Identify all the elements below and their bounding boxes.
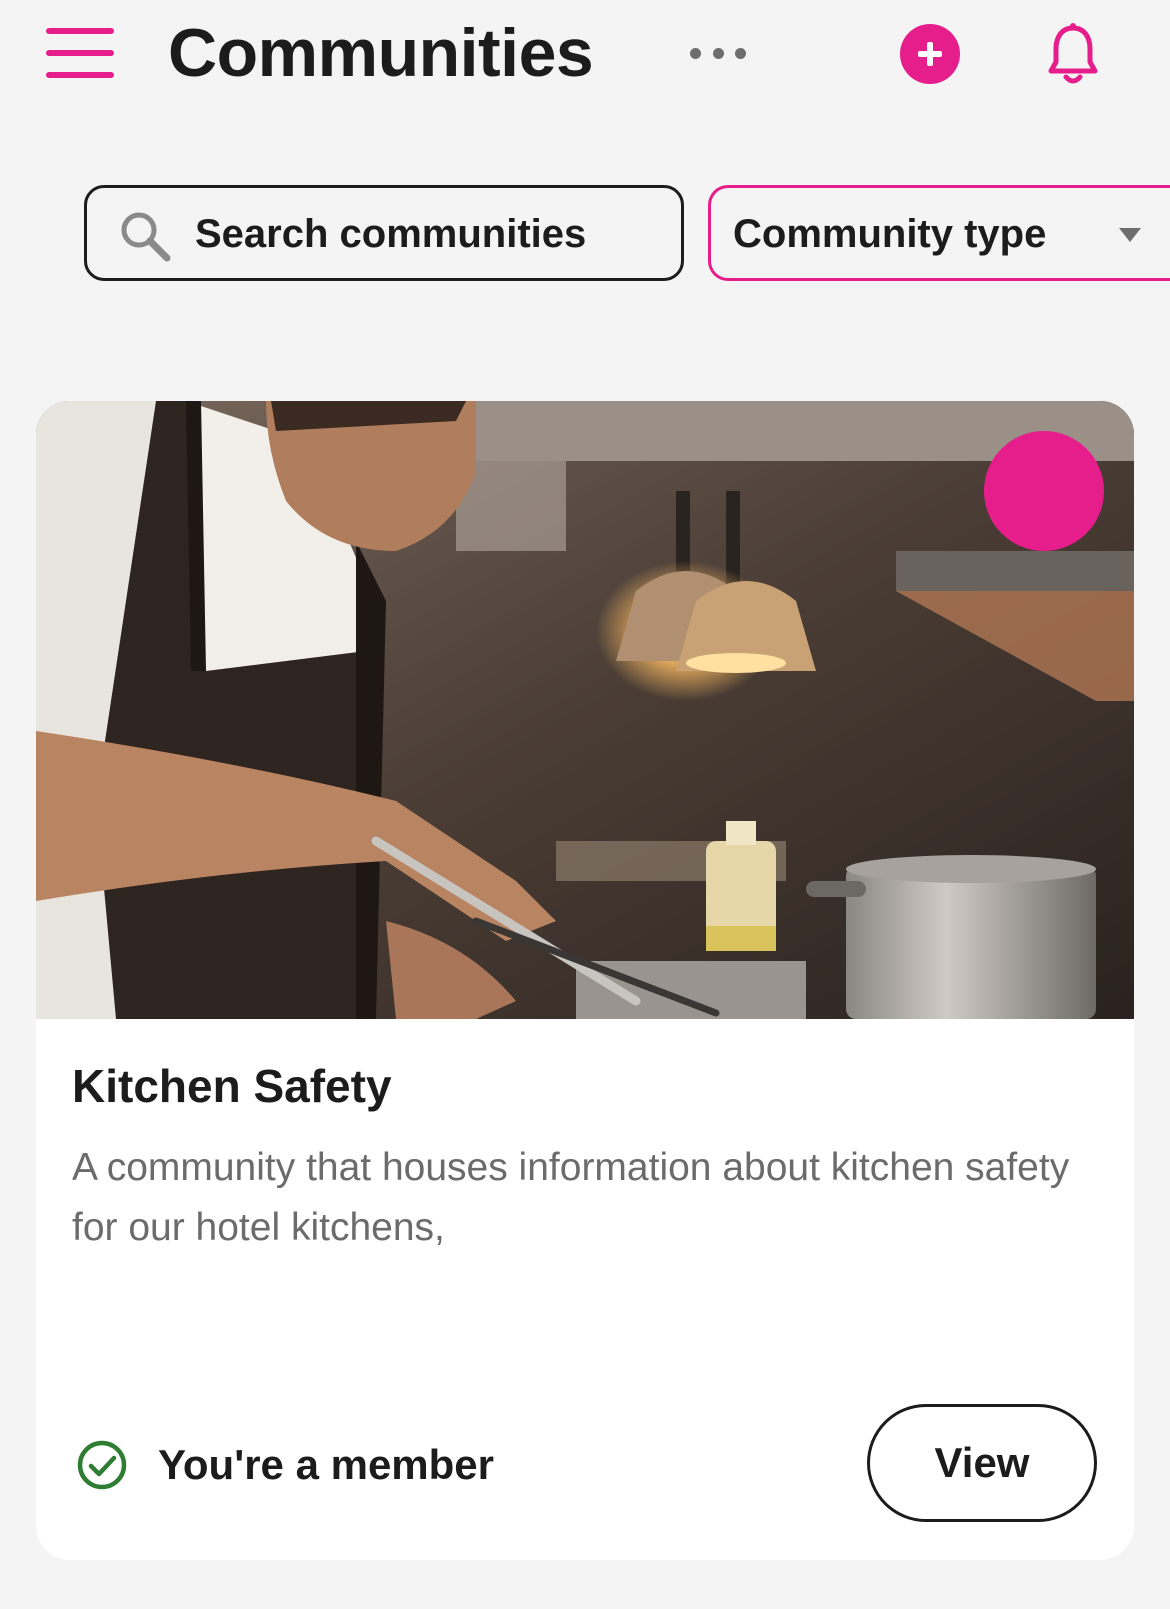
- community-description: A community that houses information abou…: [72, 1146, 1070, 1249]
- community-type-dropdown[interactable]: Community type: [708, 185, 1170, 281]
- community-card[interactable]: Kitchen Safety A community that houses i…: [36, 401, 1134, 1560]
- page-title: Communities: [168, 15, 594, 91]
- membership-label: You're a member: [158, 1441, 494, 1488]
- caret-down-icon: [1119, 228, 1141, 242]
- search-input[interactable]: Search communities: [84, 185, 684, 281]
- view-button[interactable]: View: [867, 1404, 1097, 1522]
- hamburger-menu-icon[interactable]: [46, 28, 114, 78]
- more-horizontal-icon[interactable]: [690, 44, 746, 62]
- community-title: Kitchen Safety: [72, 1060, 392, 1112]
- community-type-label: Community type: [733, 212, 1047, 256]
- search-icon: [121, 212, 171, 262]
- membership-status: You're a member: [76, 1435, 494, 1495]
- bookmark-check-icon[interactable]: [984, 431, 1104, 551]
- check-circle-icon: [77, 1440, 127, 1490]
- filter-bar: Search communities Community type: [0, 185, 1170, 281]
- search-placeholder: Search communities: [195, 212, 587, 256]
- bell-icon[interactable]: [1046, 22, 1100, 86]
- app-header: Communities: [0, 0, 1170, 110]
- add-community-button[interactable]: [900, 24, 960, 84]
- community-image: [36, 401, 1134, 1019]
